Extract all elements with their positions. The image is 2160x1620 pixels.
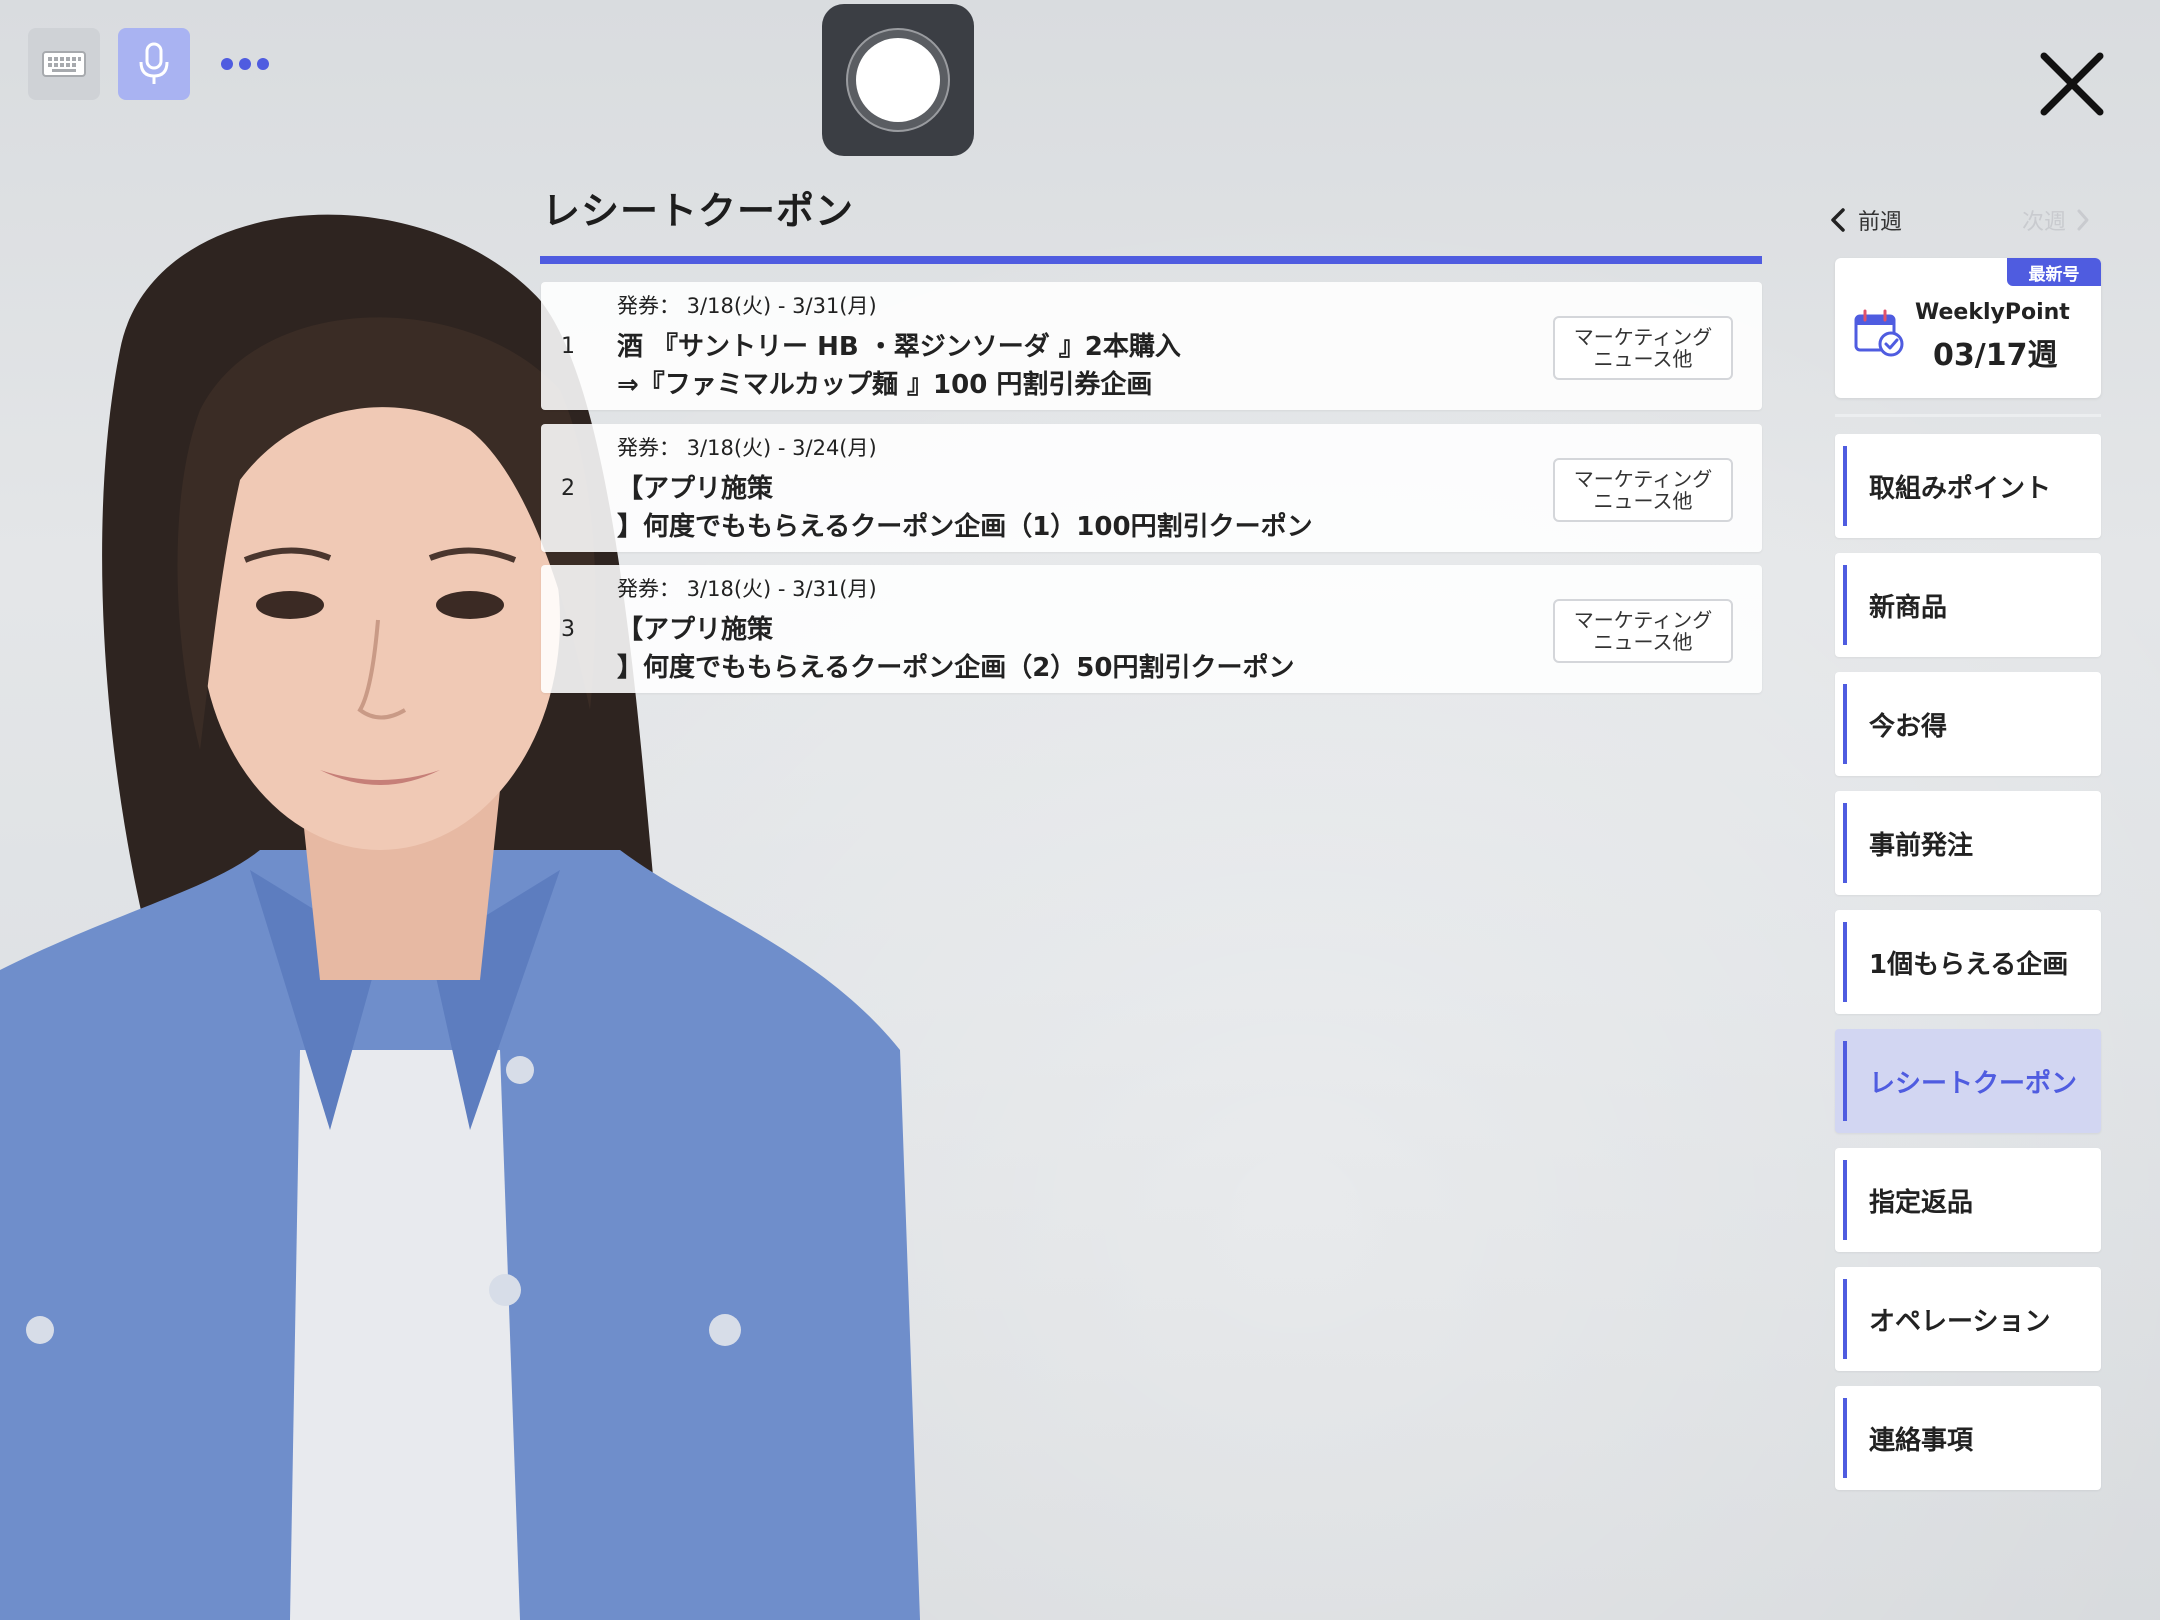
- weekly-point-card[interactable]: 最新号 WeeklyPoint 03/17週: [1835, 258, 2101, 398]
- coupon-source-button[interactable]: マーケティング ニュース他: [1553, 599, 1733, 663]
- sidebar-item-get-one-free[interactable]: 1個もらえる企画: [1835, 910, 2101, 1014]
- next-week-label: 次週: [2022, 210, 2067, 235]
- close-button[interactable]: [2036, 48, 2108, 120]
- coupon-date: 発券： 3/18(火) - 3/24(月): [617, 436, 877, 460]
- coupon-source-label: マーケティング ニュース他: [1573, 467, 1713, 513]
- sidebar-item-label: 連絡事項: [1869, 1425, 1974, 1456]
- weekly-point-title: WeeklyPoint: [1915, 300, 2070, 325]
- coupon-title-line2: ⇒『ファミマルカップ麺 』100 円割引券企画: [617, 370, 1153, 400]
- next-week-button[interactable]: 次週: [2022, 204, 2090, 236]
- item-accent-bar: [1843, 803, 1847, 883]
- title-underline: [540, 256, 1762, 264]
- coupon-title-line2: 】何度でももらえるクーポン企画（1）100円割引クーポン: [617, 512, 1313, 542]
- coupon-source-button[interactable]: マーケティング ニュース他: [1553, 458, 1733, 522]
- microphone-icon: [139, 42, 169, 84]
- coupon-source-button[interactable]: マーケティング ニュース他: [1553, 316, 1733, 380]
- coupon-title-line1: 【アプリ施策: [617, 474, 774, 504]
- sidebar-item-label: 事前発注: [1869, 830, 1974, 861]
- coupon-title-line1: 酒 『サントリー HB ・翠ジンソーダ 』2本購入: [617, 332, 1181, 362]
- sidebar-divider: [1835, 414, 2101, 417]
- coupon-number: 3: [561, 617, 575, 642]
- item-accent-bar: [1843, 446, 1847, 526]
- item-accent-bar: [1843, 565, 1847, 645]
- keyboard-button[interactable]: [28, 28, 100, 100]
- sidebar-item-label: 1個もらえる企画: [1869, 949, 2069, 980]
- coupon-source-label: マーケティング ニュース他: [1573, 325, 1713, 371]
- record-button[interactable]: [822, 4, 974, 156]
- sidebar-item-notices[interactable]: 連絡事項: [1835, 1386, 2101, 1490]
- prev-week-label: 前週: [1858, 210, 1903, 235]
- item-accent-bar: [1843, 922, 1847, 1002]
- chevron-right-icon: [2077, 209, 2089, 231]
- coupon-row[interactable]: 1 発券： 3/18(火) - 3/31(月) 酒 『サントリー HB ・翠ジン…: [541, 282, 1762, 410]
- sidebar-item-label: 取組みポイント: [1869, 473, 2052, 504]
- sidebar-item-operation[interactable]: オペレーション: [1835, 1267, 2101, 1371]
- coupon-source-label: マーケティング ニュース他: [1573, 608, 1713, 654]
- coupon-date: 発券： 3/18(火) - 3/31(月): [617, 577, 877, 601]
- sidebar-item-label: オペレーション: [1869, 1306, 2051, 1337]
- coupon-date: 発券： 3/18(火) - 3/31(月): [617, 294, 877, 318]
- sidebar-item-label: レシートクーポン: [1869, 1068, 2078, 1099]
- weekly-point-week: 03/17週: [1933, 338, 2058, 373]
- prev-week-button[interactable]: 前週: [1830, 204, 1902, 236]
- sidebar-item-designated-returns[interactable]: 指定返品: [1835, 1148, 2101, 1252]
- close-icon: [2040, 52, 2104, 116]
- page-title: レシートクーポン: [542, 189, 855, 233]
- item-accent-bar: [1843, 1398, 1847, 1478]
- keyboard-icon: [42, 51, 86, 77]
- sidebar-item-label: 新商品: [1869, 592, 1948, 623]
- more-options-button[interactable]: [210, 28, 280, 100]
- coupon-number: 1: [561, 334, 575, 359]
- coupon-number: 2: [561, 476, 575, 501]
- sidebar-item-pre-order[interactable]: 事前発注: [1835, 791, 2101, 895]
- coupon-row[interactable]: 2 発券： 3/18(火) - 3/24(月) 【アプリ施策 】何度でももらえる…: [541, 424, 1762, 552]
- coupon-title-line1: 【アプリ施策: [617, 615, 774, 645]
- item-accent-bar: [1843, 1279, 1847, 1359]
- chevron-left-icon: [1831, 208, 1845, 232]
- sidebar-item-deals[interactable]: 今お得: [1835, 672, 2101, 776]
- sidebar-item-receipt-coupon[interactable]: レシートクーポン: [1835, 1029, 2101, 1133]
- coupon-title-line2: 】何度でももらえるクーポン企画（2）50円割引クーポン: [617, 653, 1295, 683]
- sidebar-item-torikumi-point[interactable]: 取組みポイント: [1835, 434, 2101, 538]
- item-accent-bar: [1843, 684, 1847, 764]
- record-icon: [856, 38, 940, 122]
- sidebar-item-label: 指定返品: [1869, 1187, 1974, 1218]
- more-dots-icon: [221, 58, 269, 70]
- coupon-row[interactable]: 3 発券： 3/18(火) - 3/31(月) 【アプリ施策 】何度でももらえる…: [541, 565, 1762, 693]
- sidebar-item-label: 今お得: [1869, 711, 1948, 742]
- item-accent-bar: [1843, 1160, 1847, 1240]
- microphone-button[interactable]: [118, 28, 190, 100]
- item-accent-bar: [1843, 1041, 1847, 1121]
- calendar-check-icon: [1854, 309, 1904, 357]
- latest-badge: 最新号: [2007, 258, 2101, 286]
- sidebar-item-new-products[interactable]: 新商品: [1835, 553, 2101, 657]
